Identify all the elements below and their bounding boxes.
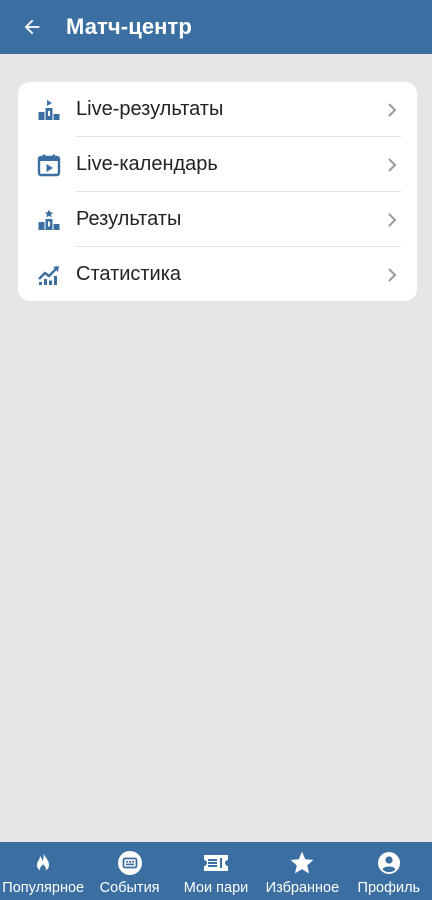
bottom-navigation: Популярное События Мои пари Избранное Пр… [0,842,432,900]
menu-item-results[interactable]: Результаты [18,192,417,247]
tab-label: Популярное [2,880,85,896]
menu-item-live-calendar[interactable]: Live-календарь [18,137,417,192]
arrow-left-icon [24,19,40,35]
tab-favorites[interactable]: Избранное [259,842,345,900]
menu-item-label: Статистика [76,263,182,285]
star-icon [288,850,316,876]
chevron-right-icon [383,211,401,229]
menu-item-label: Live-результаты [76,98,224,120]
tab-popular[interactable]: Популярное [0,842,86,900]
calendar-play-icon [36,152,62,178]
tab-label: Избранное [265,880,340,896]
chart-trend-icon [36,262,62,288]
tab-my-bets[interactable]: Мои пари [173,842,259,900]
podium-star-icon [36,207,62,233]
tab-events[interactable]: События [86,842,172,900]
ticket-icon [202,850,230,876]
tab-label: Мои пари [183,880,249,896]
live-podium-icon [36,97,62,123]
menu-item-label: Результаты [76,208,182,230]
scoreboard-icon [116,850,144,876]
menu-item-statistics[interactable]: Статистика [18,247,417,301]
tab-profile[interactable]: Профиль [346,842,432,900]
tab-label: Профиль [357,880,421,896]
chevron-right-icon [383,101,401,119]
menu-item-label: Live-календарь [76,153,218,175]
chevron-right-icon [383,266,401,284]
flame-icon [29,850,57,876]
chevron-right-icon [383,156,401,174]
app-bar: Матч-центр [0,0,432,54]
user-icon [375,850,403,876]
menu-item-live-results[interactable]: Live-результаты [18,82,417,137]
match-center-menu: Live-результаты Live-календарь Результат… [18,82,417,301]
page-title: Матч-центр [66,14,192,39]
tab-label: События [99,880,160,896]
back-button[interactable] [20,15,44,39]
